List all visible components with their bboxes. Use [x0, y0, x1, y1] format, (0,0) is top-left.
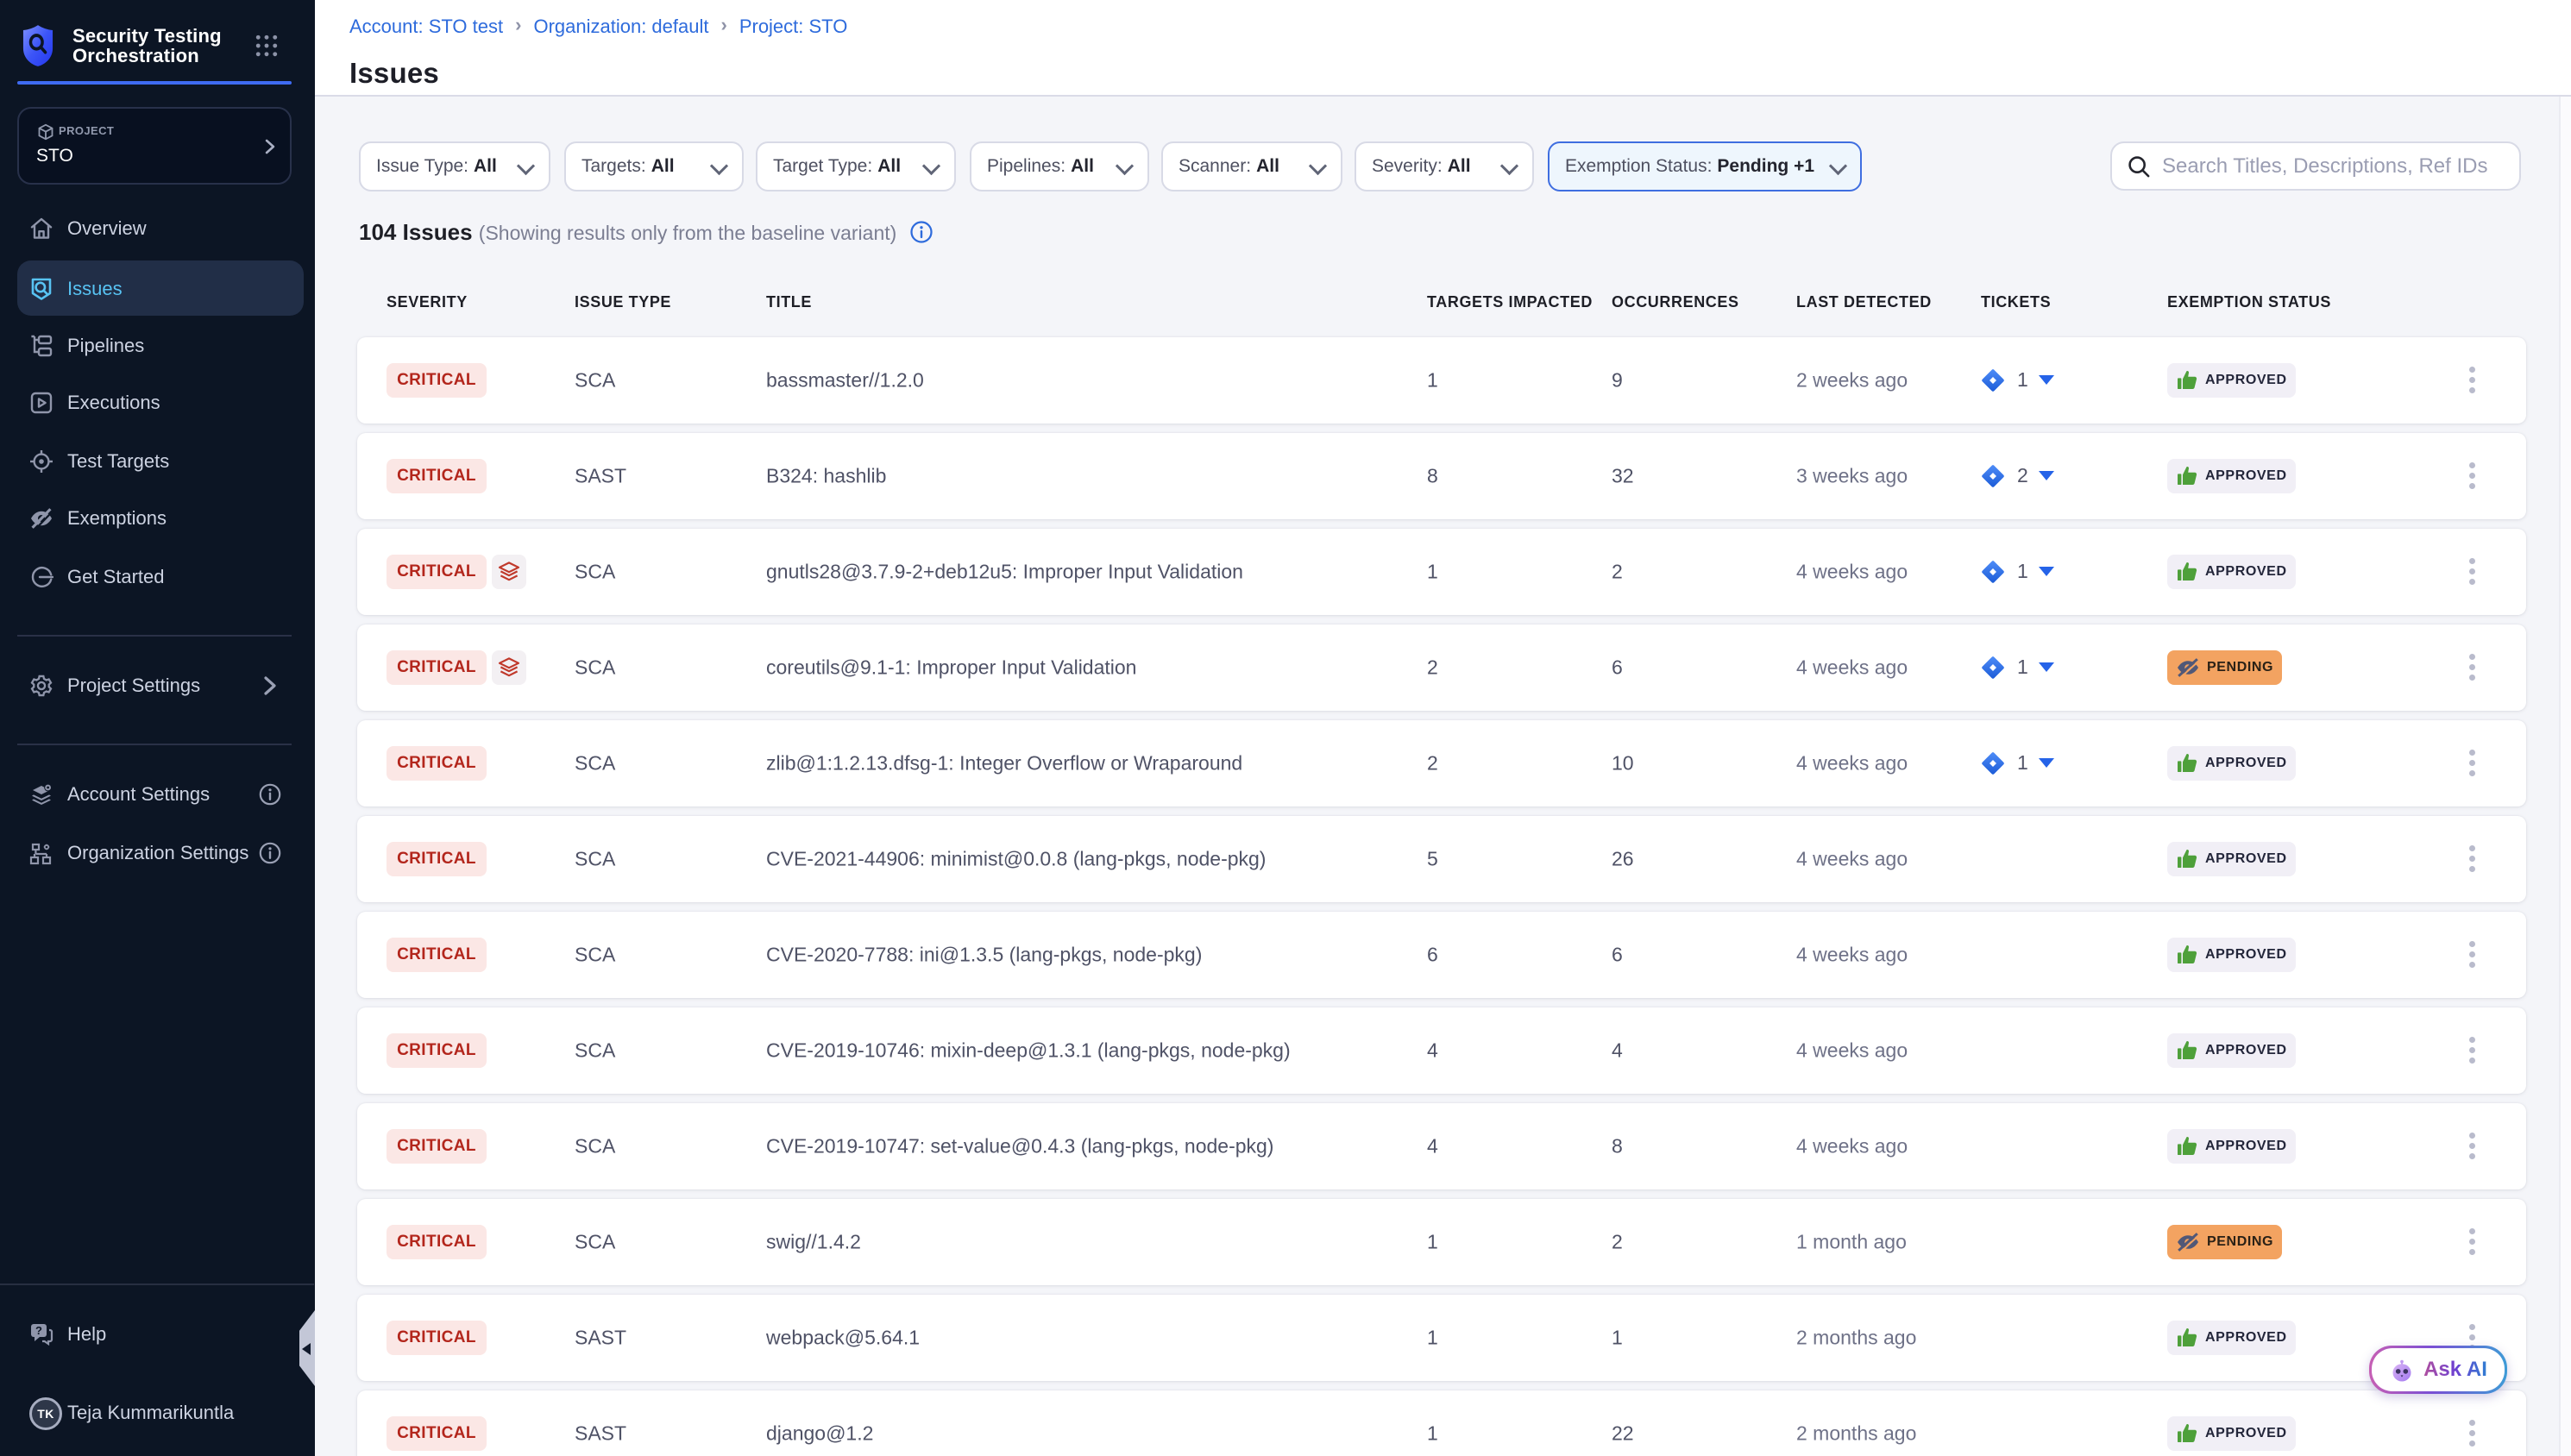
- svg-text:?: ?: [35, 1324, 42, 1337]
